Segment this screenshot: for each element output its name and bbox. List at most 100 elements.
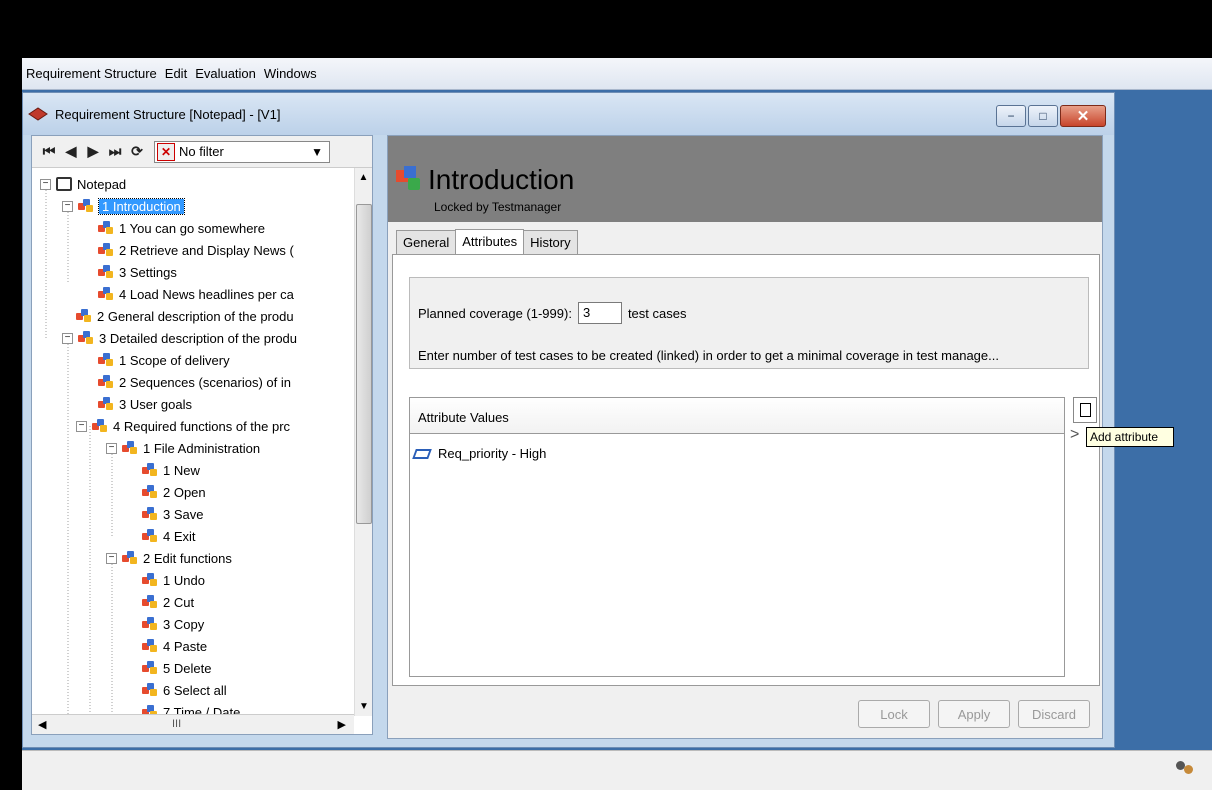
mdi-workspace: Requirement Structure [Notepad] - [V1] −…	[22, 90, 1212, 750]
requirement-locked-icon	[396, 166, 422, 192]
tree-item[interactable]: 2 General description of the produ	[76, 306, 294, 326]
tree-item[interactable]: 4 Paste	[142, 636, 207, 656]
tree-item-label: 1 Scope of delivery	[119, 352, 230, 368]
tree-item[interactable]: − 1 File Administration	[106, 438, 260, 458]
collapse-icon[interactable]: −	[62, 332, 73, 344]
tree-item[interactable]: 2 Cut	[142, 592, 194, 612]
tree-item-label: 5 Delete	[163, 660, 212, 676]
detail-pane: Introduction Locked by Testmanager Gener…	[387, 135, 1103, 739]
tree-vertical-scrollbar[interactable]: ▲ ▼	[354, 168, 372, 716]
action-buttons: Lock Apply Discard	[850, 700, 1090, 728]
tab-attributes[interactable]: Attributes	[455, 229, 525, 255]
users-icon[interactable]	[1176, 761, 1194, 779]
requirement-icon	[142, 595, 158, 609]
tree-item-label: 3 User goals	[119, 396, 192, 412]
menu-requirement-structure[interactable]: Requirement Structure	[26, 66, 157, 81]
window-title: Requirement Structure [Notepad] - [V1]	[55, 106, 281, 122]
tree-item-label: 2 General description of the produ	[97, 308, 294, 324]
requirement-icon	[142, 683, 158, 697]
tree-item[interactable]: − 1 Introduction	[62, 196, 185, 216]
tree-item-label: 6 Select all	[163, 682, 227, 698]
tree-item[interactable]: 3 Copy	[142, 614, 204, 634]
tree-item-label: 2 Open	[163, 484, 206, 500]
requirement-icon	[142, 573, 158, 587]
tree-item[interactable]: 5 Delete	[142, 658, 211, 678]
close-button[interactable]: ✕	[1060, 105, 1106, 127]
tree-item[interactable]: 6 Select all	[142, 680, 227, 700]
scroll-up-icon[interactable]: ▲	[355, 172, 372, 183]
last-icon[interactable]: ⏭	[104, 143, 126, 160]
tree-item[interactable]: 2 Retrieve and Display News (	[98, 240, 294, 260]
next-icon[interactable]: ▶	[82, 143, 104, 160]
requirement-icon	[142, 463, 158, 477]
tree-item[interactable]: 2 Sequences (scenarios) of in	[98, 372, 291, 392]
tree-item[interactable]: 1 You can go somewhere	[98, 218, 265, 238]
tree-item[interactable]: − 2 Edit functions	[106, 548, 232, 568]
window-titlebar[interactable]: Requirement Structure [Notepad] - [V1] −…	[23, 93, 1114, 135]
attribute-value-label: Req_priority - High	[438, 446, 547, 461]
filter-select[interactable]: ✕ No filter ▼	[154, 140, 330, 163]
tree-pane: ⏮ ◀ ▶ ⏭ ⟳ ✕ No filter ▼ − Notepad − 1 In…	[31, 135, 373, 735]
tree-item[interactable]: 2 Open	[142, 482, 206, 502]
tree-item-label: 4 Paste	[163, 638, 208, 654]
scroll-left-icon[interactable]: ◀	[38, 718, 46, 731]
list-item[interactable]: Req_priority - High	[412, 446, 547, 461]
tab-general[interactable]: General	[396, 230, 457, 254]
chevron-down-icon[interactable]: ▼	[311, 145, 323, 159]
menu-bar: Requirement Structure Edit Evaluation Wi…	[22, 58, 1212, 90]
tree-item[interactable]: 1 Scope of delivery	[98, 350, 230, 370]
detail-title: Introduction	[428, 164, 575, 195]
first-icon[interactable]: ⏮	[38, 143, 60, 160]
add-attribute-button[interactable]	[1073, 397, 1097, 423]
requirement-icon	[98, 375, 114, 389]
collapse-icon[interactable]: −	[40, 178, 51, 190]
requirement-tree: − Notepad −1 Introduction 1 You can go some…	[32, 168, 354, 716]
tree-horizontal-scrollbar[interactable]: ◀ III ▶	[32, 714, 354, 734]
collapse-icon[interactable]: −	[62, 200, 73, 212]
requirement-icon	[98, 353, 114, 367]
tree-item-label: 4 Required functions of the prc	[113, 418, 291, 434]
tree-item-label: 1 New	[163, 462, 200, 478]
collapse-icon[interactable]: −	[76, 420, 87, 432]
requirement-icon	[142, 485, 158, 499]
requirement-icon	[142, 529, 158, 543]
tree-item[interactable]: − Notepad	[40, 174, 126, 194]
attribute-values-header: Attribute Values	[410, 398, 1064, 434]
maximize-button[interactable]: □	[1028, 105, 1058, 127]
menu-evaluation[interactable]: Evaluation	[195, 66, 256, 81]
app-icon	[28, 107, 48, 121]
menu-edit[interactable]: Edit	[165, 66, 187, 81]
menu-windows[interactable]: Windows	[264, 66, 317, 81]
filter-value: No filter	[179, 144, 224, 159]
lock-button[interactable]: Lock	[858, 700, 930, 728]
discard-button[interactable]: Discard	[1018, 700, 1090, 728]
tree-item[interactable]: 1 New	[142, 460, 200, 480]
tree-item-label: 3 Detailed description of the produ	[99, 330, 298, 346]
tree-item[interactable]: 3 User goals	[98, 394, 192, 414]
scroll-right-icon[interactable]: ▶	[338, 718, 346, 731]
collapse-icon[interactable]: −	[106, 552, 117, 564]
attribute-tag-icon	[412, 448, 432, 459]
tree-item[interactable]: 4 Exit	[142, 526, 196, 546]
coverage-input[interactable]: 3	[577, 302, 622, 324]
tree-item[interactable]: 1 Undo	[142, 570, 205, 590]
tab-history[interactable]: History	[523, 230, 578, 254]
collapse-icon[interactable]: −	[106, 442, 117, 454]
tree-item-label: 1 File Administration	[143, 440, 261, 456]
tree-item[interactable]: 3 Save	[142, 504, 203, 524]
tree-item[interactable]: 3 Settings	[98, 262, 177, 282]
minimize-button[interactable]: −	[996, 105, 1026, 127]
scroll-down-icon[interactable]: ▼	[355, 701, 373, 712]
refresh-icon[interactable]: ⟳	[126, 143, 148, 160]
requirement-icon	[98, 397, 114, 411]
tree-item[interactable]: 4 Load News headlines per ca	[98, 284, 294, 304]
tree-item[interactable]: − 4 Required functions of the prc	[76, 416, 290, 436]
apply-button[interactable]: Apply	[938, 700, 1010, 728]
tree-item[interactable]: − 3 Detailed description of the produ	[62, 328, 297, 348]
requirement-icon	[142, 507, 158, 521]
detail-header: Introduction Locked by Testmanager	[388, 136, 1102, 222]
scrollbar-thumb[interactable]	[356, 204, 372, 524]
requirement-icon	[76, 309, 92, 323]
previous-icon[interactable]: ◀	[60, 143, 82, 160]
horizontal-scroll-thumb[interactable]: III	[172, 718, 181, 730]
